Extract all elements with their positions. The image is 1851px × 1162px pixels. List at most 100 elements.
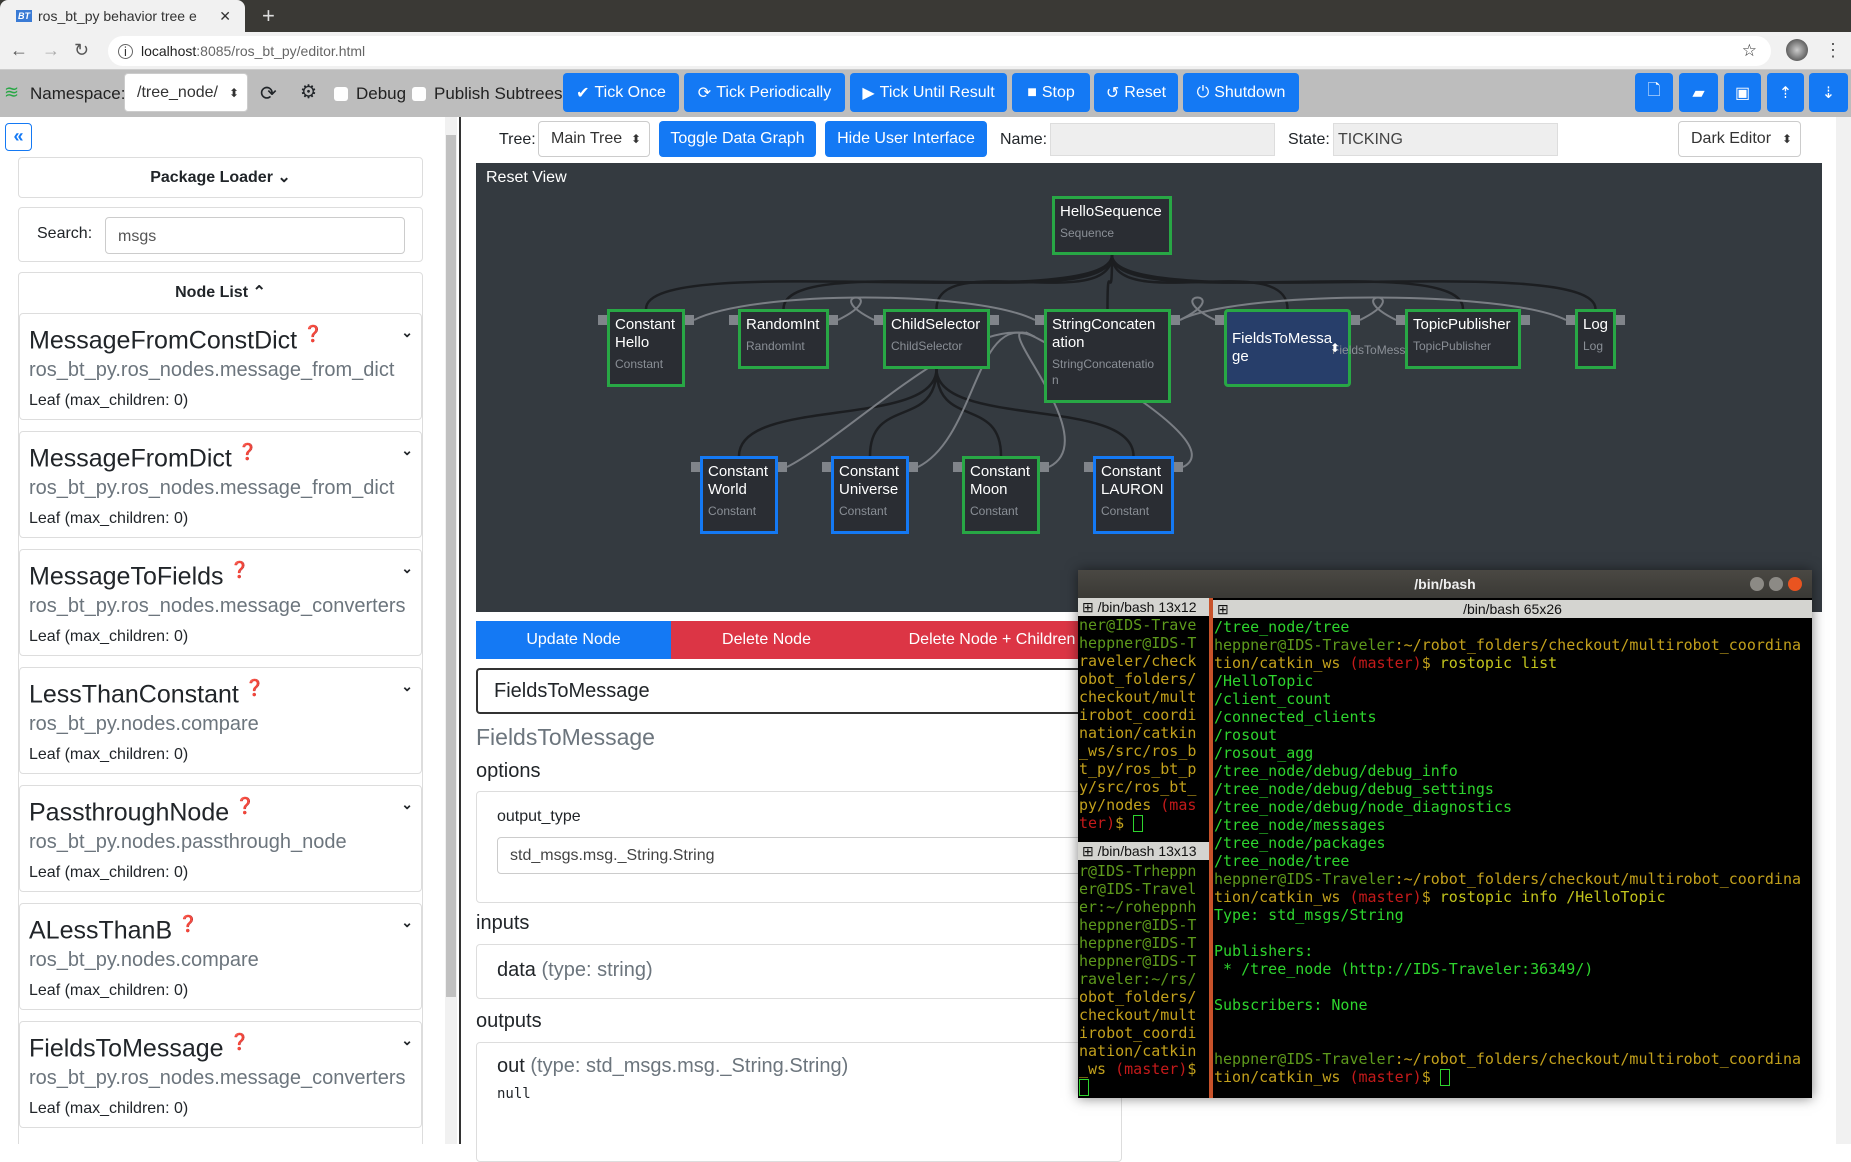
sidebar-scrollbar[interactable] xyxy=(445,117,457,1144)
input-port[interactable] xyxy=(598,315,607,325)
output-port[interactable] xyxy=(778,462,787,472)
input-port[interactable] xyxy=(874,315,883,325)
pane3-tab[interactable]: ⊞ /bin/bash 65x26 xyxy=(1213,600,1812,618)
bookmark-star-icon[interactable]: ☆ xyxy=(1742,41,1757,61)
input-port[interactable] xyxy=(1215,315,1224,325)
publish-subtrees-checkbox[interactable] xyxy=(412,87,426,101)
main-scrollbar[interactable] xyxy=(1836,117,1851,1144)
tree-node[interactable]: Constant World Constant xyxy=(700,456,778,534)
tree-node[interactable]: RandomInt RandomInt xyxy=(738,309,829,369)
terminal-titlebar[interactable]: /bin/bash xyxy=(1078,570,1812,598)
output-port[interactable] xyxy=(829,315,838,325)
shutdown-button[interactable]: ⏻ Shutdown xyxy=(1183,73,1299,112)
load-tree-button[interactable]: ▰ xyxy=(1679,73,1718,112)
tree-node[interactable]: HelloSequence Sequence xyxy=(1052,196,1172,255)
chevron-down-icon[interactable]: ⌄ xyxy=(401,796,413,813)
minimize-icon[interactable] xyxy=(1750,577,1764,591)
download-tree-button[interactable]: ⇣ xyxy=(1809,73,1848,112)
package-loader-toggle[interactable]: Package Loader ⌄ xyxy=(18,157,423,198)
node-list-item[interactable]: PassthroughNode ❓ ros_bt_py.nodes.passthr… xyxy=(19,785,422,892)
upload-tree-button[interactable]: ⇡ xyxy=(1767,73,1804,112)
close-tab-icon[interactable]: ✕ xyxy=(219,8,231,25)
output-port[interactable] xyxy=(1171,315,1180,325)
tree-node[interactable]: StringConcaten ation StringConcatenatio n xyxy=(1044,309,1171,403)
output-port[interactable] xyxy=(1521,315,1530,325)
chevron-down-icon[interactable]: ⌄ xyxy=(401,560,413,577)
tree-select[interactable]: Main Tree xyxy=(538,121,650,157)
tree-node[interactable]: ChildSelector ChildSelector xyxy=(883,309,990,369)
maximize-icon[interactable] xyxy=(1769,577,1783,591)
terminal-pane-2[interactable]: r@IDS-Trheppn er@IDS-Travel er:~/roheppnh h… xyxy=(1078,862,1209,1098)
help-icon[interactable]: ❓ xyxy=(303,326,323,343)
help-icon[interactable]: ❓ xyxy=(230,562,250,579)
input-port[interactable] xyxy=(729,315,738,325)
help-icon[interactable]: ❓ xyxy=(238,444,258,461)
pane2-tab[interactable]: ⊞ /bin/bash 13x13 xyxy=(1078,842,1209,860)
tree-node[interactable]: FieldsToMessa ge FieldsToMessage xyxy=(1224,309,1425,387)
node-list-item[interactable]: MessageFromConstDict ❓ ros_bt_py.ros_node… xyxy=(19,313,422,420)
output-type-input[interactable]: std_msgs.msg._String.String xyxy=(497,837,1127,874)
output-port[interactable] xyxy=(1351,315,1360,325)
tree-name-input[interactable] xyxy=(1050,123,1275,156)
debug-checkbox[interactable] xyxy=(334,87,348,101)
reload-icon[interactable]: ↻ xyxy=(74,40,89,61)
forward-icon[interactable]: → xyxy=(42,40,60,61)
chevron-down-icon[interactable]: ⌄ xyxy=(401,678,413,695)
panel-divider[interactable] xyxy=(459,117,461,1144)
input-port[interactable] xyxy=(1035,315,1044,325)
node-list-toggle[interactable]: Node List ⌃ xyxy=(19,273,422,313)
settings-gear-icon[interactable]: ⚙ xyxy=(300,81,317,104)
help-icon[interactable]: ❓ xyxy=(178,916,198,933)
input-port[interactable] xyxy=(1396,315,1405,325)
terminal-window[interactable]: /bin/bash ⊞ /bin/bash 13x12 ner@IDS-Trav… xyxy=(1078,570,1812,1098)
tree-node[interactable]: Constant Moon Constant xyxy=(962,456,1040,534)
help-icon[interactable]: ❓ xyxy=(245,680,265,697)
node-name-input[interactable]: FieldsToMessage xyxy=(476,668,1122,714)
theme-select[interactable]: Dark Editor xyxy=(1678,121,1801,157)
node-list-item[interactable]: MessageFromDict ❓ ros_bt_py.ros_nodes.mes… xyxy=(19,431,422,538)
search-input[interactable]: msgs xyxy=(105,217,405,254)
scrollbar-thumb[interactable] xyxy=(446,135,456,997)
output-port[interactable] xyxy=(990,315,999,325)
stop-button[interactable]: ■ Stop xyxy=(1012,73,1090,112)
output-port[interactable] xyxy=(1616,315,1625,325)
input-port[interactable] xyxy=(1084,462,1093,472)
tree-node[interactable]: TopicPublisher TopicPublisher xyxy=(1405,309,1521,369)
tree-node[interactable]: Constant LAURON Constant xyxy=(1093,456,1174,534)
reset-button[interactable]: ↺ Reset xyxy=(1094,73,1178,112)
input-port[interactable] xyxy=(1566,315,1575,325)
namespace-select[interactable]: /tree_node/ xyxy=(124,73,248,112)
input-port[interactable] xyxy=(953,462,962,472)
browser-tab[interactable]: BT ros_bt_py behavior tree e ✕ xyxy=(0,0,245,32)
node-list-item[interactable]: FieldsToMessage ❓ ros_bt_py.ros_nodes.mes… xyxy=(19,1021,422,1128)
delete-node-button[interactable]: Delete Node xyxy=(671,621,862,659)
collapse-sidebar-button[interactable]: « xyxy=(5,123,32,151)
tree-node[interactable]: Constant Universe Constant xyxy=(831,456,909,534)
tick-periodically-button[interactable]: ⟳ Tick Periodically xyxy=(684,73,845,112)
pane1-tab[interactable]: ⊞ /bin/bash 13x12 xyxy=(1078,598,1209,616)
chevron-down-icon[interactable]: ⌄ xyxy=(401,914,413,931)
output-port[interactable] xyxy=(1174,462,1183,472)
new-tree-button[interactable]: 🗋 xyxy=(1635,73,1673,112)
hide-ui-button[interactable]: Hide User Interface xyxy=(825,121,987,157)
chevron-down-icon[interactable]: ⌄ xyxy=(401,1032,413,1049)
new-tab-button[interactable]: + xyxy=(262,3,275,29)
tick-once-button[interactable]: ✔ Tick Once xyxy=(563,73,679,112)
close-window-icon[interactable] xyxy=(1788,577,1802,591)
chevron-down-icon[interactable]: ⌄ xyxy=(401,324,413,341)
menu-kebab-icon[interactable]: ⋮ xyxy=(1824,40,1842,61)
node-list-item[interactable]: LessThanConstant ❓ ros_bt_py.nodes.compar… xyxy=(19,667,422,774)
toggle-data-graph-button[interactable]: Toggle Data Graph xyxy=(659,121,816,157)
tree-node[interactable]: Constant Hello Constant xyxy=(607,309,685,387)
update-node-button[interactable]: Update Node xyxy=(476,621,671,659)
terminal-pane-1[interactable]: ner@IDS-Trave heppner@IDS-T raveler/check o… xyxy=(1078,616,1209,842)
profile-avatar[interactable] xyxy=(1786,39,1808,61)
tree-node[interactable]: Log Log xyxy=(1575,309,1616,369)
tree-canvas[interactable]: Reset View HelloSequence Sequence Constant… xyxy=(476,163,1822,612)
input-port[interactable] xyxy=(691,462,700,472)
refresh-namespaces-icon[interactable]: ⟳ xyxy=(260,81,277,106)
url-field[interactable]: i localhost:8085/ros_bt_py/editor.html ☆ xyxy=(108,36,1771,66)
save-tree-button[interactable]: ▣ xyxy=(1724,73,1761,112)
node-list-item[interactable]: ALessThanB ❓ ros_bt_py.nodes.compare Leaf… xyxy=(19,903,422,1010)
back-icon[interactable]: ← xyxy=(10,40,28,61)
